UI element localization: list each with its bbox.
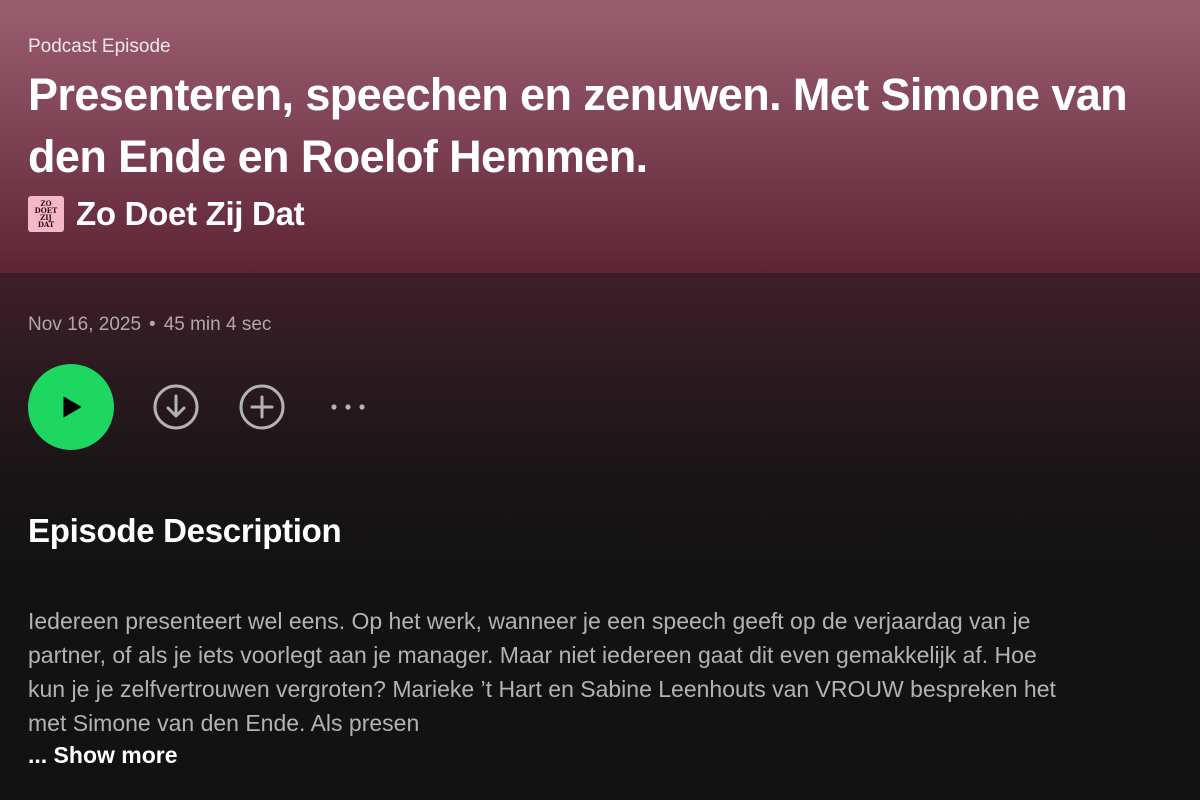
episode-meta: Nov 16, 2025 • 45 min 4 sec	[28, 314, 271, 336]
show-name[interactable]: Zo Doet Zij Dat	[76, 195, 305, 233]
download-button[interactable]	[152, 383, 200, 431]
show-more-link[interactable]: ... Show more	[28, 742, 178, 769]
episode-title: Presenteren, speechen en zenuwen. Met Si…	[28, 69, 1128, 182]
episode-description: Iedereen presenteert wel eens. Op het we…	[28, 608, 1056, 736]
download-icon	[153, 384, 199, 430]
content-type-label: Podcast Episode	[28, 36, 171, 57]
show-link[interactable]: ZO DOET ZIJ DAT Zo Doet Zij Dat	[28, 194, 305, 234]
release-date: Nov 16, 2025	[28, 314, 142, 335]
more-options-button[interactable]	[324, 383, 372, 431]
show-art-line: DAT	[37, 220, 55, 229]
add-to-library-button[interactable]	[238, 383, 286, 431]
play-button[interactable]	[28, 364, 114, 450]
play-icon	[63, 396, 82, 418]
show-cover-art[interactable]: ZO DOET ZIJ DAT	[28, 196, 64, 232]
description-heading: Episode Description	[28, 512, 342, 549]
add-icon	[239, 384, 285, 430]
meta-separator: •	[149, 314, 156, 335]
episode-duration: 45 min 4 sec	[163, 314, 272, 335]
action-bar	[28, 364, 372, 450]
more-options-icon	[331, 404, 365, 410]
